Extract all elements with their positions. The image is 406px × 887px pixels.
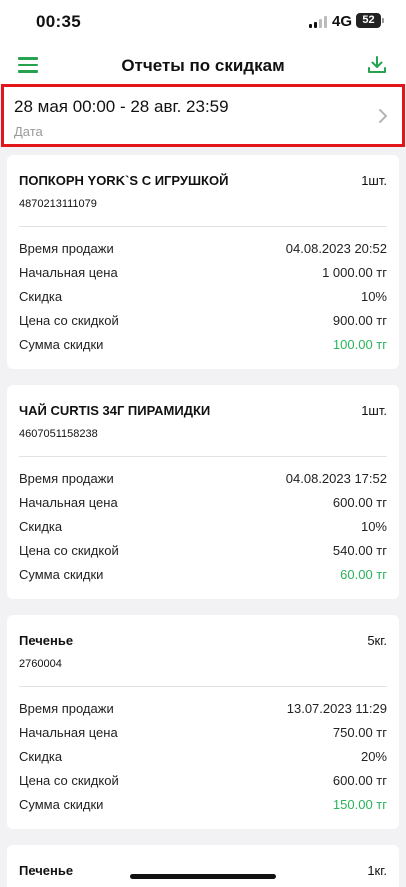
date-range-label: Дата — [14, 124, 43, 139]
battery-icon: 52 — [356, 13, 381, 28]
discount-value: 10% — [360, 519, 387, 534]
divider — [19, 456, 387, 457]
discount-label: Скидка — [19, 749, 63, 764]
discount-item-card[interactable]: Печенье 1кг. — [7, 845, 399, 887]
item-name: Печенье — [19, 633, 74, 648]
item-name: ЧАЙ CURTIS 34Г ПИРАМИДКИ — [19, 403, 211, 418]
sale-time-row: Время продажи 13.07.2023 11:29 — [19, 701, 387, 721]
discounted-price-row: Цена со скидкой 600.00 тг — [19, 773, 387, 793]
item-quantity: 1кг. — [367, 863, 387, 878]
discounted-price-label: Цена со скидкой — [19, 313, 119, 328]
nav-bar: Отчеты по скидкам — [0, 44, 406, 84]
original-price-label: Начальная цена — [19, 265, 118, 280]
discounted-price-label: Цена со скидкой — [19, 543, 119, 558]
discount-sum-label: Сумма скидки — [19, 337, 104, 352]
download-icon[interactable] — [366, 54, 388, 76]
discount-sum-value: 100.00 тг — [332, 337, 387, 352]
discount-value: 20% — [360, 749, 387, 764]
discount-item-card[interactable]: Печенье 5кг. 2760004 Время продажи 13.07… — [7, 615, 399, 829]
discount-item-card[interactable]: ЧАЙ CURTIS 34Г ПИРАМИДКИ 1шт. 4607051158… — [7, 385, 399, 599]
page-title: Отчеты по скидкам — [121, 56, 285, 75]
cellular-signal-icon — [309, 16, 327, 28]
sale-time-value: 04.08.2023 17:52 — [285, 471, 387, 486]
discounted-price-value: 600.00 тг — [332, 773, 387, 788]
discount-sum-value: 60.00 тг — [340, 567, 387, 582]
chevron-right-icon — [379, 109, 387, 123]
sale-time-label: Время продажи — [19, 701, 114, 716]
discount-sum-row: Сумма скидки 150.00 тг — [19, 797, 387, 817]
original-price-value: 600.00 тг — [332, 495, 387, 510]
battery-tip — [382, 18, 384, 23]
divider — [19, 226, 387, 227]
discount-label: Скидка — [19, 289, 63, 304]
network-type: 4G — [332, 13, 353, 30]
item-barcode: 4870213111079 — [19, 198, 97, 210]
discount-label: Скидка — [19, 519, 63, 534]
original-price-label: Начальная цена — [19, 725, 118, 740]
home-indicator[interactable] — [130, 874, 276, 879]
date-range-value: 28 мая 00:00 - 28 авг. 23:59 — [14, 97, 229, 116]
discount-row: Скидка 10% — [19, 519, 387, 539]
item-name: ПОПКОРН YORK`S С ИГРУШКОЙ — [19, 173, 229, 188]
discount-row: Скидка 20% — [19, 749, 387, 769]
discount-value: 10% — [360, 289, 387, 304]
original-price-row: Начальная цена 1 000.00 тг — [19, 265, 387, 285]
original-price-row: Начальная цена 750.00 тг — [19, 725, 387, 745]
discount-row: Скидка 10% — [19, 289, 387, 309]
sale-time-value: 13.07.2023 11:29 — [286, 701, 387, 716]
discount-sum-row: Сумма скидки 60.00 тг — [19, 567, 387, 587]
sale-time-label: Время продажи — [19, 241, 114, 256]
item-quantity: 1шт. — [361, 173, 387, 188]
discount-sum-label: Сумма скидки — [19, 797, 104, 812]
discount-sum-label: Сумма скидки — [19, 567, 104, 582]
discounted-price-row: Цена со скидкой 900.00 тг — [19, 313, 387, 333]
item-barcode: 4607051158238 — [19, 428, 98, 440]
status-time: 00:35 — [36, 12, 81, 31]
discounted-price-value: 540.00 тг — [332, 543, 387, 558]
item-quantity: 1шт. — [361, 403, 387, 418]
item-name: Печенье — [19, 863, 74, 878]
original-price-row: Начальная цена 600.00 тг — [19, 495, 387, 515]
discounted-price-value: 900.00 тг — [332, 313, 387, 328]
sale-time-row: Время продажи 04.08.2023 17:52 — [19, 471, 387, 491]
discounted-price-label: Цена со скидкой — [19, 773, 119, 788]
original-price-value: 750.00 тг — [332, 725, 387, 740]
divider — [19, 686, 387, 687]
discounted-price-row: Цена со скидкой 540.00 тг — [19, 543, 387, 563]
status-bar: 00:35 4G 52 — [0, 0, 406, 44]
sale-time-row: Время продажи 04.08.2023 20:52 — [19, 241, 387, 261]
original-price-value: 1 000.00 тг — [322, 265, 387, 280]
item-quantity: 5кг. — [367, 633, 387, 648]
discount-sum-value: 150.00 тг — [332, 797, 387, 812]
discount-sum-row: Сумма скидки 100.00 тг — [19, 337, 387, 357]
discount-item-card[interactable]: ПОПКОРН YORK`S С ИГРУШКОЙ 1шт. 487021311… — [7, 155, 399, 369]
sale-time-value: 04.08.2023 20:52 — [285, 241, 387, 256]
item-barcode: 2760004 — [19, 658, 62, 670]
original-price-label: Начальная цена — [19, 495, 118, 510]
date-range-filter[interactable]: 28 мая 00:00 - 28 авг. 23:59 Дата — [1, 84, 405, 147]
sale-time-label: Время продажи — [19, 471, 114, 486]
